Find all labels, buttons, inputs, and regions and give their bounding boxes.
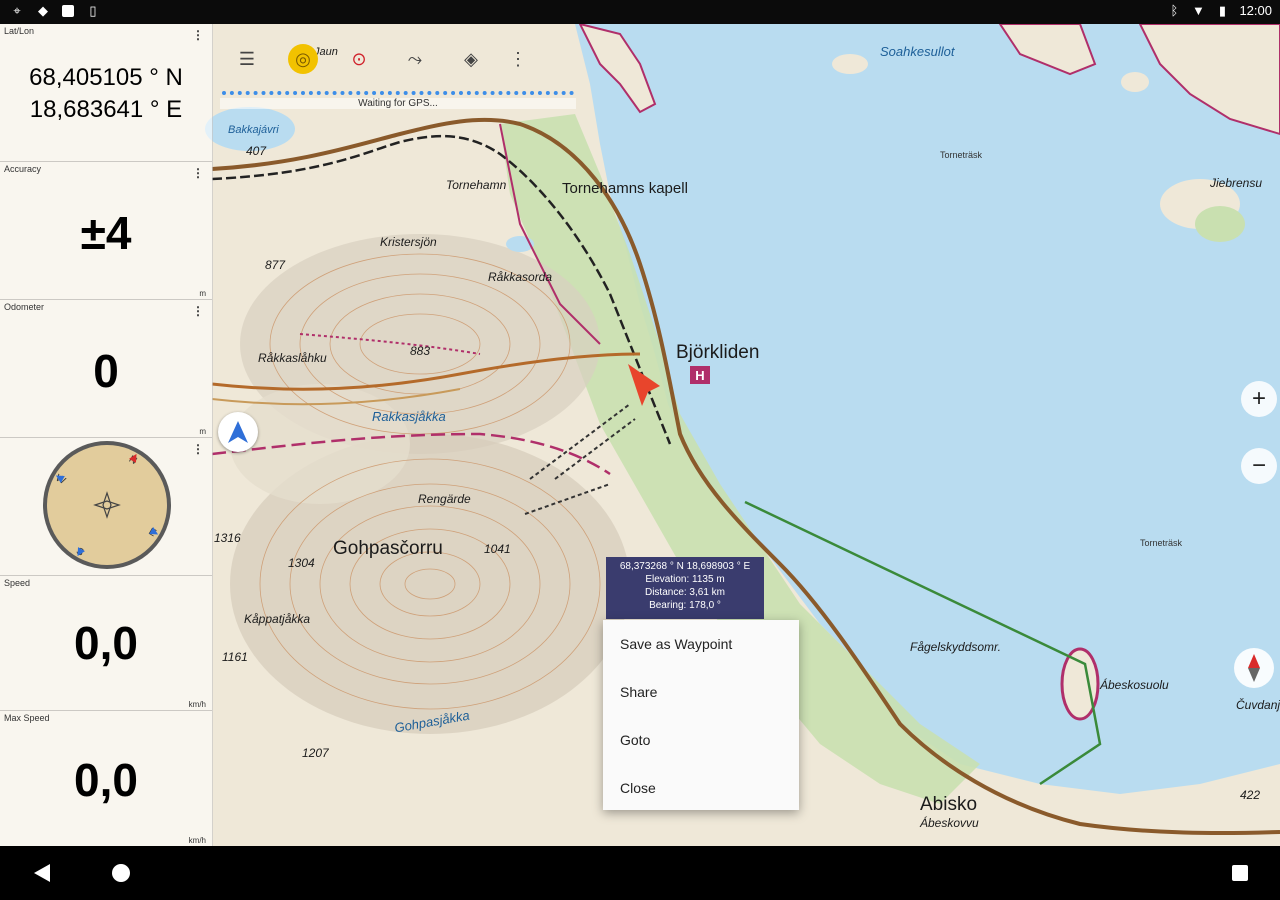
sim-icon: ▯ (89, 3, 97, 18)
compass-north-button[interactable] (1234, 648, 1274, 688)
route-icon[interactable]: ⤳ (400, 44, 430, 74)
battery-icon: ▮ (1218, 2, 1227, 18)
map-label: 877 (265, 258, 286, 272)
max-speed-value: 0,0 (74, 754, 138, 806)
map-label: Råkkasorda (488, 270, 553, 284)
accuracy-value: ±4 (80, 207, 132, 259)
dropbox-icon: ◆ (38, 3, 48, 18)
menu-item-close[interactable]: Close (620, 780, 656, 796)
latlon-widget[interactable]: Lat/Lon ⋮ 68,405105 ° N 18,683641 ° E (0, 24, 212, 162)
map-label: Gohpasčorru (333, 538, 443, 559)
longitude-value: 18,683641 ° E (29, 96, 183, 123)
map-label: Jiebrensu (1210, 176, 1263, 190)
home-icon[interactable] (110, 862, 132, 884)
map-label: Torneträsk (1140, 538, 1183, 548)
widget-title: Odometer (4, 302, 45, 312)
accuracy-widget[interactable]: Accuracy ⋮ ±4 m (0, 162, 212, 300)
back-icon[interactable] (32, 862, 52, 884)
widget-menu-icon[interactable]: ⋮ (192, 304, 204, 318)
map-label: 1161 (222, 650, 248, 664)
map-label: 1207 (302, 746, 329, 760)
context-menu: Save as Waypoint Share Goto Close (603, 620, 799, 810)
north-arrow-icon (1248, 654, 1260, 682)
widget-title: Accuracy (4, 164, 42, 174)
max-speed-widget[interactable]: Max Speed 0,0 km/h (0, 711, 212, 846)
widget-menu-icon[interactable]: ⋮ (192, 442, 204, 456)
widget-title: Lat/Lon (4, 26, 35, 36)
layers-icon[interactable]: ◈ (456, 44, 486, 74)
location-icon: ⌖ (13, 3, 21, 18)
map-label: 422 (1240, 788, 1261, 802)
map-label: Tornehamn (446, 178, 507, 192)
gps-progress-indicator (222, 91, 574, 95)
widget-title: Speed (4, 578, 31, 588)
record-icon[interactable]: ⊙ (344, 44, 374, 74)
map-toolbar: ☰ ◎ ⊙ ⤳ ◈ ⋮ (232, 44, 527, 74)
wifi-icon: ▼ (1192, 2, 1205, 18)
gps-status-text: Waiting for GPS... (220, 98, 576, 109)
navigation-arrow-icon (228, 421, 248, 443)
zoom-out-button[interactable]: − (1241, 448, 1277, 484)
gps-target-icon[interactable]: ◎ (288, 44, 318, 74)
point-distance: Distance: 3,61 km (644, 587, 726, 598)
map-label: Björkliden (676, 342, 760, 363)
point-elevation: Elevation: 1135 m (645, 574, 725, 585)
map-label: 883 (410, 344, 431, 358)
more-icon[interactable]: ⋮ (509, 44, 527, 74)
widget-menu-icon[interactable]: ⋮ (192, 28, 204, 42)
map-label: Tornehamns kapell (562, 180, 688, 197)
map-label: Rengärde (418, 492, 471, 506)
map-label: 1041 (484, 542, 511, 556)
map-label: Torneträsk (940, 150, 983, 160)
menu-icon[interactable]: ☰ (232, 44, 262, 74)
menu-item-save-waypoint[interactable]: Save as Waypoint (620, 636, 732, 652)
menu-item-goto[interactable]: Goto (620, 732, 650, 748)
point-info-box: 68,373268 ° N 18,698903 ° E Elevation: 1… (606, 557, 764, 619)
widget-unit: km/h (188, 700, 206, 709)
map-label: Kristersjön (380, 235, 437, 249)
my-location-button[interactable] (218, 412, 258, 452)
map-label: Soahkesullot (880, 44, 955, 59)
widget-menu-icon[interactable]: ⋮ (192, 166, 204, 180)
map-label: Ábeskovvu (920, 816, 979, 830)
latitude-value: 68,405105 ° N (29, 64, 183, 91)
bluetooth-icon: ᛒ (1170, 2, 1179, 18)
map-label: Rakkasjåkka (372, 409, 446, 424)
recents-icon[interactable] (1231, 864, 1249, 882)
map-label: Ábeskosuolu (1100, 678, 1169, 692)
map-label: 407 (246, 144, 267, 158)
widget-title: Max Speed (4, 713, 50, 723)
map-label: Kåppatjåkka (244, 612, 311, 626)
map-label: Abisko (920, 794, 978, 815)
speed-widget[interactable]: Speed 0,0 km/h (0, 576, 212, 711)
map-label: Bakkajávri (228, 124, 279, 136)
dashboard-panel: Lat/Lon ⋮ 68,405105 ° N 18,683641 ° E Ac… (0, 24, 213, 846)
map-label: Fågelskyddsomr. (910, 640, 1001, 654)
odometer-widget[interactable]: Odometer ⋮ 0 m (0, 300, 212, 438)
clock: 12:00 (1239, 3, 1272, 18)
point-bearing: Bearing: 178,0 ° (649, 600, 721, 611)
map-label: 1304 (288, 556, 315, 570)
map-label: Čuvdanj (1236, 698, 1280, 712)
status-bar: ⌖ ◆ ▯ ᛒ ▼ ▮ 12:00 (0, 0, 1280, 24)
navigation-bar (0, 846, 1280, 900)
compass-dial-icon: N E S W (43, 441, 171, 569)
map-label: 1316 (214, 531, 241, 545)
widget-unit: m (199, 289, 206, 298)
square-icon (62, 5, 74, 17)
zoom-in-button[interactable]: + (1241, 381, 1277, 417)
widget-unit: km/h (188, 836, 206, 845)
compass-widget[interactable]: ⋮ N E S W (0, 438, 212, 576)
map-label: Råkkaslåhku (258, 351, 327, 365)
svg-text:H: H (695, 368, 704, 383)
speed-value: 0,0 (74, 617, 138, 669)
point-coordinates: 68,373268 ° N 18,698903 ° E (619, 561, 751, 572)
odometer-value: 0 (93, 345, 119, 397)
menu-item-share[interactable]: Share (620, 684, 657, 700)
widget-unit: m (199, 427, 206, 436)
